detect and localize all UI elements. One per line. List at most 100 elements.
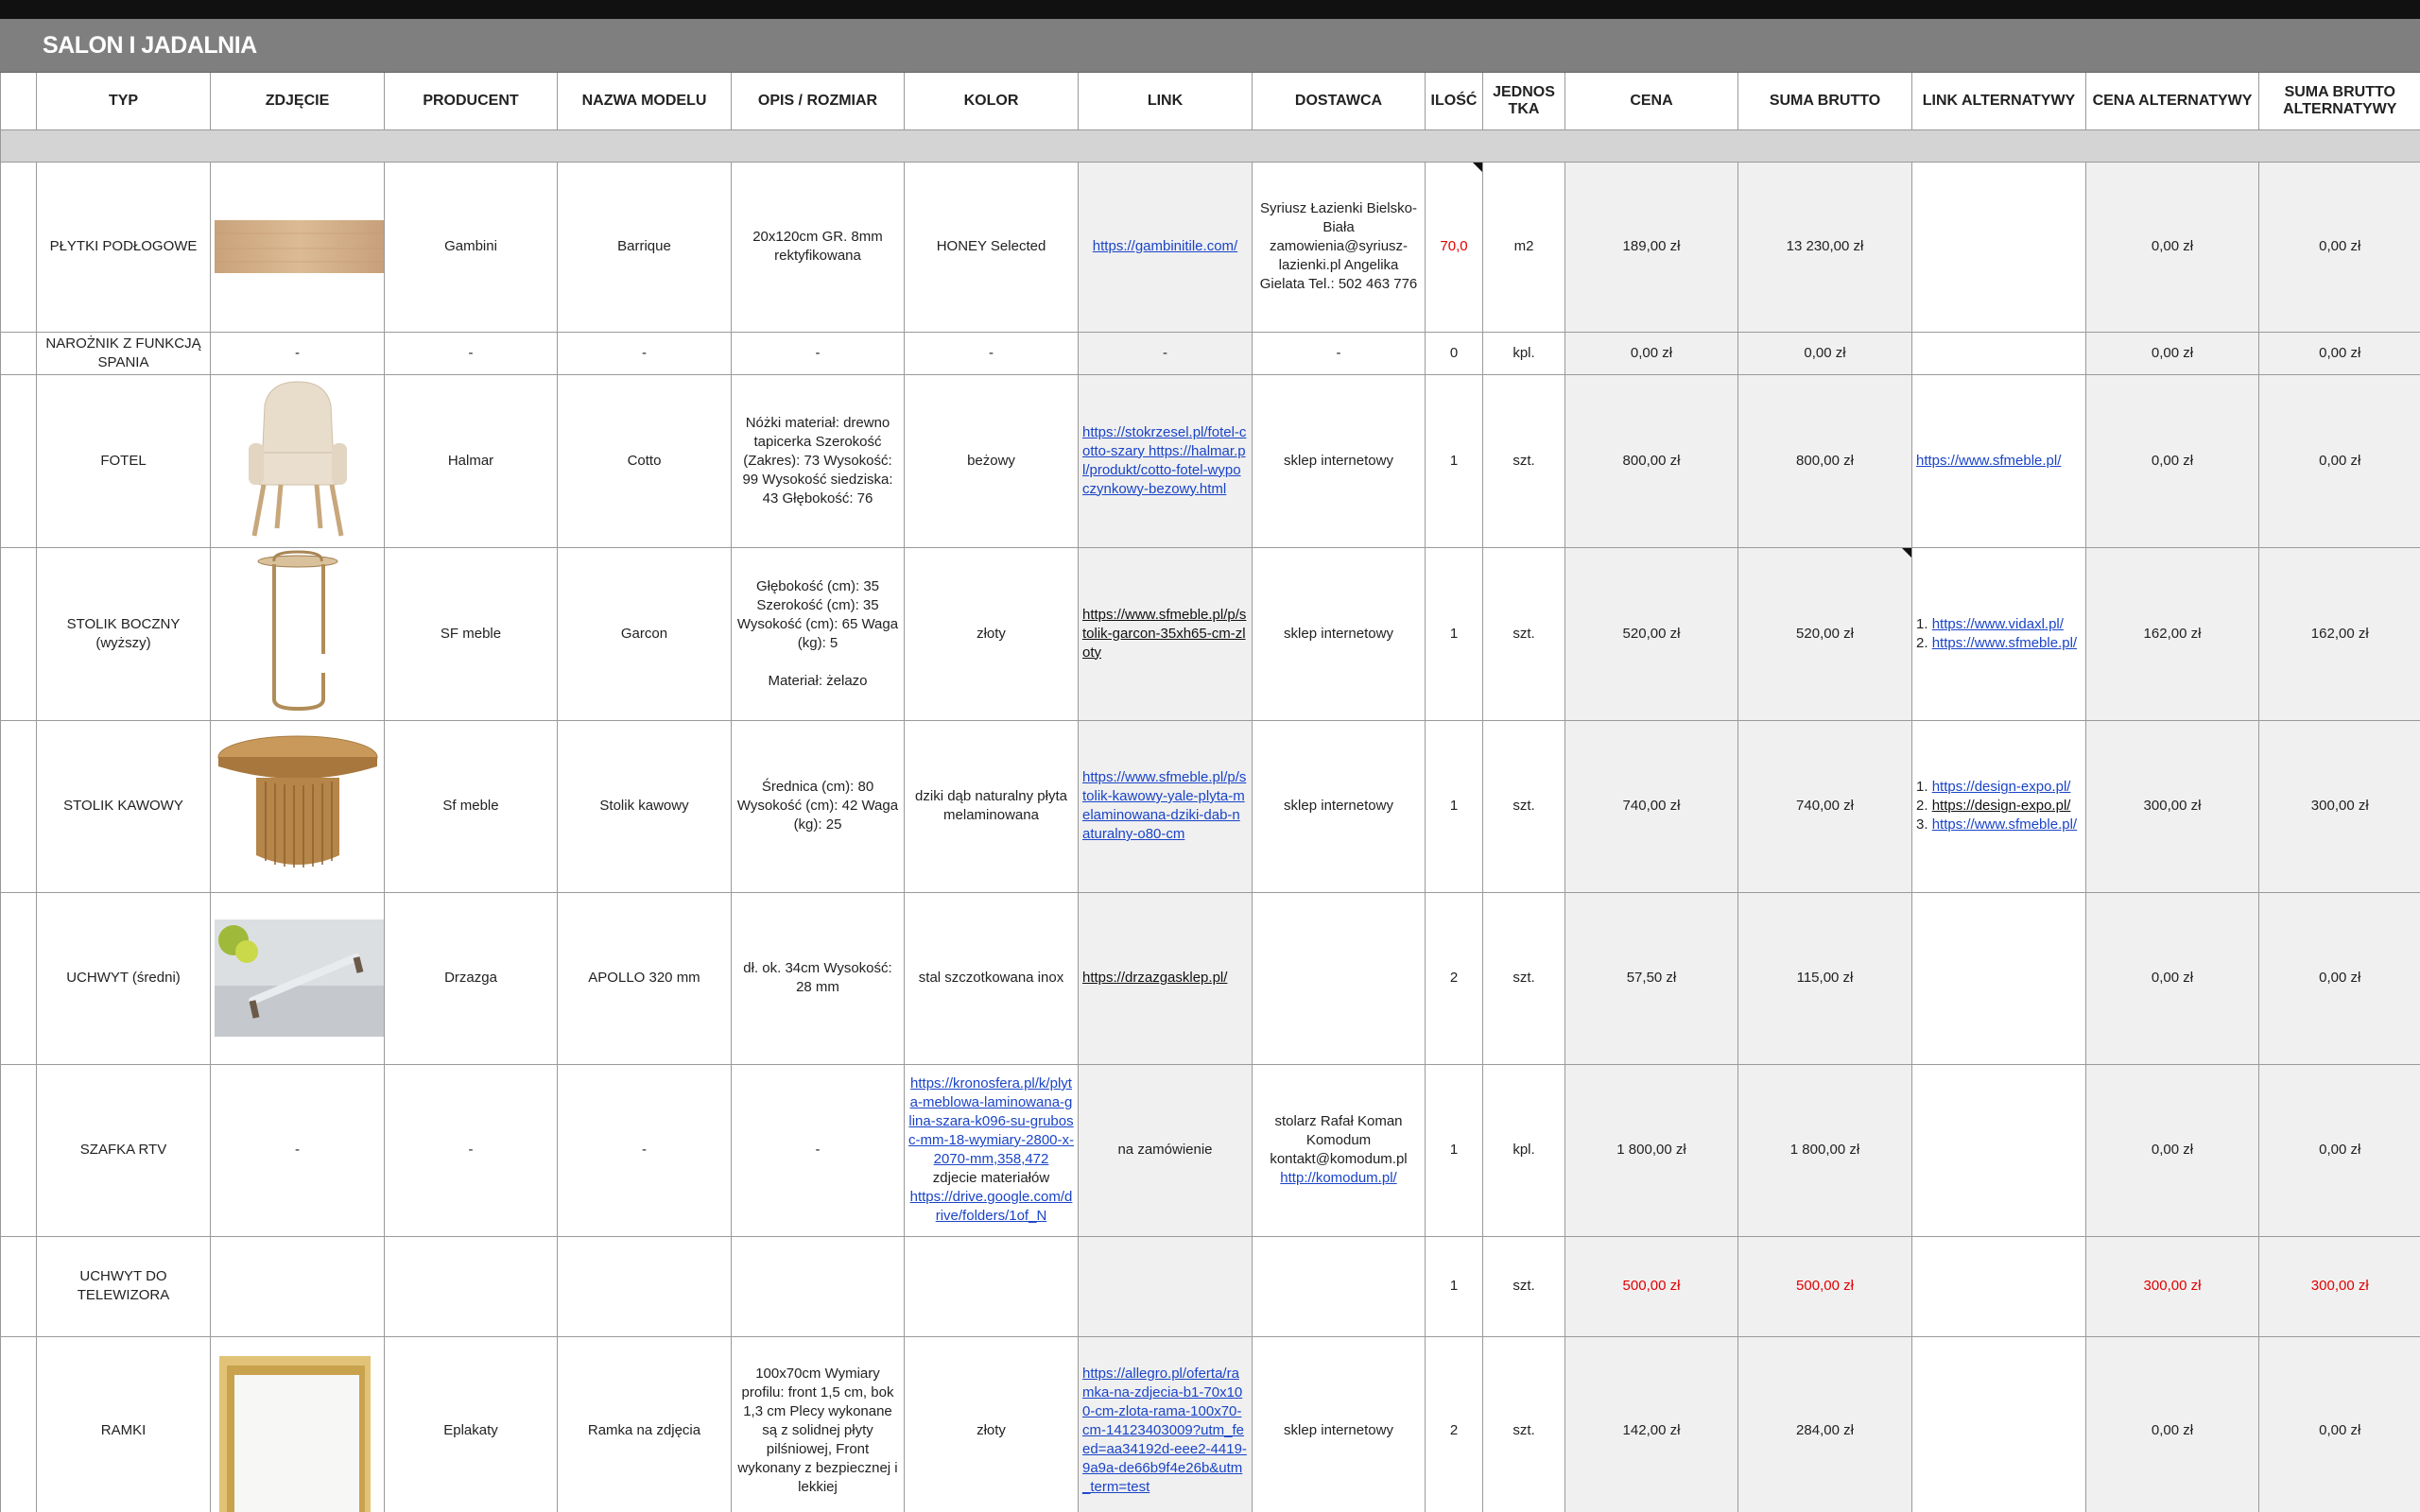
cell-cena[interactable]: 740,00 zł [1564,720,1738,893]
cell-suma-alt[interactable]: 0,00 zł [2258,374,2420,548]
cell-ilosc[interactable]: 2 [1425,1336,1483,1512]
product-link[interactable]: https://stokrzesel.pl/fotel-cotto-szary … [1082,424,1246,497]
cell-kolor[interactable]: złoty [904,547,1079,721]
cell-suma[interactable]: 800,00 zł [1737,374,1912,548]
cell-cena[interactable]: 1 800,00 zł [1564,1064,1738,1237]
col-cena-alt[interactable]: CENA ALTERNATYWY [2085,73,2259,130]
col-typ[interactable]: TYP [36,73,211,130]
cell-cena[interactable]: 0,00 zł [1564,332,1738,375]
cell-cena-alt[interactable]: 300,00 zł [2085,720,2259,893]
cell-suma-alt[interactable]: 162,00 zł [2258,547,2420,721]
supplier-link[interactable]: http://komodum.pl/ [1280,1170,1396,1186]
cell-typ[interactable]: STOLIK KAWOWY [36,720,211,893]
row-stub[interactable] [0,1064,37,1237]
col-cena[interactable]: CENA [1564,73,1738,130]
cell-dostawca[interactable] [1252,1236,1426,1337]
alt-link[interactable]: https://www.sfmeble.pl/ [1932,816,2077,833]
cell-zdjecie[interactable]: - [210,1064,385,1237]
cell-producent[interactable]: Halmar [384,374,558,548]
cell-typ[interactable]: SZAFKA RTV [36,1064,211,1237]
row-stub[interactable] [0,1336,37,1512]
product-link[interactable]: https://gambinitile.com/ [1093,238,1237,254]
cell-link[interactable]: https://www.sfmeble.pl/p/stolik-kawowy-y… [1078,720,1253,893]
col-jednostka[interactable]: JEDNOS TKA [1482,73,1565,130]
cell-typ[interactable]: FOTEL [36,374,211,548]
cell-zdjecie[interactable] [210,720,385,893]
cell-typ[interactable]: PŁYTKI PODŁOGOWE [36,162,211,333]
cell-nazwa[interactable]: Cotto [557,374,732,548]
cell-kolor[interactable]: złoty [904,1336,1079,1512]
cell-cena-alt[interactable]: 0,00 zł [2085,162,2259,333]
cell-link-alt[interactable] [1911,1064,2086,1237]
cell-dostawca[interactable]: sklep internetowy [1252,720,1426,893]
cell-nazwa[interactable]: Stolik kawowy [557,720,732,893]
cell-opis[interactable]: 100x70cm Wymiary profilu: front 1,5 cm, … [731,1336,905,1512]
cell-link-alt[interactable] [1911,892,2086,1065]
cell-ilosc[interactable]: 1 [1425,374,1483,548]
cell-suma-alt[interactable]: 0,00 zł [2258,1336,2420,1512]
cell-kolor[interactable]: HONEY Selected [904,162,1079,333]
cell-kolor[interactable]: https://kronosfera.pl/k/plyta-meblowa-la… [904,1064,1079,1237]
cell-cena[interactable]: 520,00 zł [1564,547,1738,721]
cell-suma[interactable]: 13 230,00 zł [1737,162,1912,333]
cell-producent[interactable]: Sf meble [384,720,558,893]
cell-opis[interactable]: 20x120cm GR. 8mm rektyfikowana [731,162,905,333]
row-stub[interactable] [0,73,37,130]
col-dostawca[interactable]: DOSTAWCA [1252,73,1426,130]
cell-cena[interactable]: 57,50 zł [1564,892,1738,1065]
col-producent[interactable]: PRODUCENT [384,73,558,130]
cell-nazwa[interactable]: Ramka na zdjęcia [557,1336,732,1512]
cell-dostawca[interactable]: - [1252,332,1426,375]
row-stub[interactable] [0,374,37,548]
cell-ilosc[interactable]: 2 [1425,892,1483,1065]
cell-nazwa[interactable]: Garcon [557,547,732,721]
cell-suma[interactable]: 740,00 zł [1737,720,1912,893]
cell-suma[interactable]: 1 800,00 zł [1737,1064,1912,1237]
cell-jednostka[interactable]: szt. [1482,374,1565,548]
cell-kolor[interactable]: - [904,332,1079,375]
cell-ilosc[interactable]: 1 [1425,547,1483,721]
cell-cena-alt[interactable]: 162,00 zł [2085,547,2259,721]
product-link[interactable]: https://allegro.pl/oferta/ramka-na-zdjec… [1082,1366,1247,1495]
cell-jednostka[interactable]: kpl. [1482,1064,1565,1237]
cell-cena-alt[interactable]: 0,00 zł [2085,1064,2259,1237]
cell-suma-alt[interactable]: 0,00 zł [2258,332,2420,375]
col-ilosc[interactable]: ILOŚĆ [1425,73,1483,130]
cell-cena-alt[interactable]: 0,00 zł [2085,374,2259,548]
cell-nazwa[interactable]: - [557,332,732,375]
alt-link[interactable]: https://design-expo.pl/ [1932,779,2071,795]
material-link[interactable]: https://kronosfera.pl/k/plyta-meblowa-la… [908,1075,1074,1167]
cell-suma-alt[interactable]: 0,00 zł [2258,162,2420,333]
cell-jednostka[interactable]: szt. [1482,1236,1565,1337]
separator-cell[interactable] [0,129,2420,163]
cell-suma-alt[interactable]: 0,00 zł [2258,1064,2420,1237]
cell-opis[interactable] [731,1236,905,1337]
alt-link[interactable]: https://design-expo.pl/ [1932,798,2071,814]
cell-jednostka[interactable]: szt. [1482,892,1565,1065]
cell-cena-alt[interactable]: 0,00 zł [2085,892,2259,1065]
cell-zdjecie[interactable] [210,374,385,548]
cell-kolor[interactable] [904,1236,1079,1337]
cell-producent[interactable]: Drzazga [384,892,558,1065]
cell-link[interactable]: https://drzazgasklep.pl/ [1078,892,1253,1065]
cell-link-alt[interactable] [1911,1236,2086,1337]
row-stub[interactable] [0,332,37,375]
cell-nazwa[interactable] [557,1236,732,1337]
cell-jednostka[interactable]: szt. [1482,720,1565,893]
cell-jednostka[interactable]: m2 [1482,162,1565,333]
cell-cena-alt[interactable]: 0,00 zł [2085,332,2259,375]
cell-link-alt[interactable] [1911,162,2086,333]
cell-link-alt[interactable]: 1. https://design-expo.pl/ 2. https://de… [1911,720,2086,893]
cell-nazwa[interactable]: APOLLO 320 mm [557,892,732,1065]
cell-nazwa[interactable]: Barrique [557,162,732,333]
cell-producent[interactable]: - [384,332,558,375]
col-suma-alt[interactable]: SUMA BRUTTO ALTERNATYWY [2258,73,2420,130]
cell-suma-alt[interactable]: 300,00 zł [2258,720,2420,893]
product-link[interactable]: https://www.sfmeble.pl/p/stolik-garcon-3… [1082,607,1246,661]
cell-typ[interactable]: RAMKI [36,1336,211,1512]
cell-dostawca[interactable] [1252,892,1426,1065]
col-nazwa[interactable]: NAZWA MODELU [557,73,732,130]
cell-cena-alt[interactable]: 0,00 zł [2085,1336,2259,1512]
cell-suma-alt[interactable]: 300,00 zł [2258,1236,2420,1337]
cell-link[interactable] [1078,1236,1253,1337]
